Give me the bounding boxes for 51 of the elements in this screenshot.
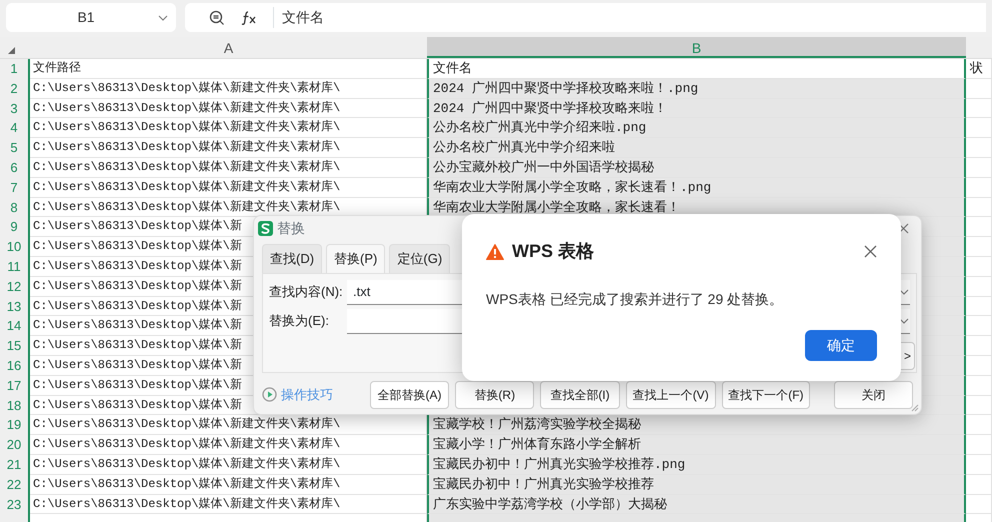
table-cell: 2024 广州四中聚贤中学择校攻略来啦！.png <box>427 78 966 99</box>
row-number[interactable]: 14 <box>0 316 30 336</box>
dialog-button[interactable]: 全部替换(A) <box>370 380 450 408</box>
column-header[interactable]: B <box>427 37 966 58</box>
tab[interactable]: 查找(D) <box>262 244 322 272</box>
formula-value[interactable]: 文件名 <box>273 7 324 28</box>
table-cell: 宝藏民办初中！广州真光实验学校推荐 <box>427 474 966 495</box>
table-cell: 公办宝藏外校广州一中外国语学校揭秘 <box>427 158 966 178</box>
dialog-title: 替换 <box>277 218 306 238</box>
row-number[interactable]: 23 <box>0 494 30 514</box>
row-number[interactable]: 18 <box>0 396 30 416</box>
table-cell: 宝藏小学！广州体育东路小学全解析 <box>427 435 966 455</box>
tab[interactable]: 定位(G) <box>389 244 450 272</box>
table-cell: 华南农业大学附属小学全攻略，家长速看！.png <box>427 178 966 198</box>
row-number[interactable]: 7 <box>0 178 30 198</box>
row-number[interactable]: 9 <box>0 217 30 238</box>
dialog-button[interactable]: 查找全部(I) <box>540 380 620 408</box>
table-cell: 公办名校广州真光中学介绍来啦 <box>427 138 966 158</box>
column-header[interactable]: A <box>30 37 427 58</box>
table-cell: 宝藏民办初中！广州真光实验学校推荐.png <box>427 454 966 475</box>
row-number[interactable]: 2 <box>0 78 30 99</box>
row-number[interactable]: 8 <box>0 198 30 218</box>
alert-message: WPS表格 已经完成了搜索并进行了 29 处替换。 <box>486 290 784 309</box>
row-number[interactable]: 1 <box>0 59 30 79</box>
row-number[interactable]: 4 <box>0 118 30 138</box>
row-number[interactable]: 21 <box>0 454 30 475</box>
row-number[interactable]: 11 <box>0 256 30 277</box>
table-cell: 广东实验中学荔湾学校（小学部）大揭秘 <box>427 494 966 514</box>
row-number[interactable]: 17 <box>0 376 30 396</box>
row-number[interactable]: 13 <box>0 296 30 316</box>
row-number[interactable]: 3 <box>0 98 30 118</box>
row-number[interactable]: 16 <box>0 356 30 376</box>
row-number[interactable]: 12 <box>0 276 30 297</box>
dialog-button[interactable]: 查找下一个(F) <box>722 380 810 408</box>
row-number[interactable]: 6 <box>0 158 30 178</box>
row-number[interactable]: 19 <box>0 415 30 436</box>
table-cell: 宝藏学校！广州荔湾实验学校全揭秘 <box>427 415 966 436</box>
name-box[interactable]: B1 <box>6 3 176 32</box>
dialog-button[interactable]: 关闭 <box>834 380 913 408</box>
row-number[interactable]: 5 <box>0 138 30 158</box>
row-number[interactable]: 20 <box>0 435 30 455</box>
alert-title: WPS 表格 <box>512 240 596 263</box>
table-cell: 2024 广州四中聚贤中学择校攻略来啦！ <box>427 98 966 118</box>
row-number[interactable]: 15 <box>0 336 30 356</box>
dialog-button[interactable]: 查找上一个(V) <box>626 380 716 408</box>
row-number[interactable]: 10 <box>0 237 30 257</box>
table-cell: 公办名校广州真光中学介绍来啦.png <box>427 118 966 138</box>
dialog-button[interactable]: 替换(R) <box>455 380 534 408</box>
tab[interactable]: 替换(P) <box>326 244 386 272</box>
row-number[interactable]: 22 <box>0 474 30 495</box>
ok-button[interactable]: 确定 <box>805 330 877 361</box>
